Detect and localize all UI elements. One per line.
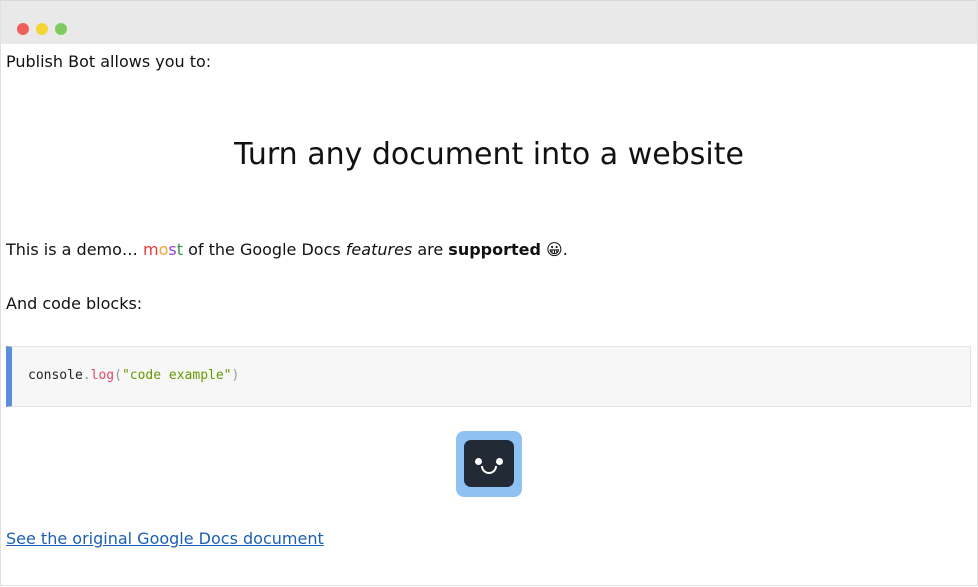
demo-lead: This is a demo… <box>6 240 143 259</box>
code-dot: . <box>82 368 91 383</box>
window-titlebar <box>1 0 977 44</box>
most-letter-o: o <box>158 240 169 259</box>
code-object: console <box>28 368 83 383</box>
bot-right-eye <box>496 458 503 465</box>
code-open-paren: ( <box>114 368 122 383</box>
bot-smile <box>481 466 497 474</box>
demo-end: . <box>562 240 568 259</box>
most-letter-s: s <box>168 240 177 259</box>
most-letter-m: m <box>143 240 159 259</box>
intro-text: Publish Bot allows you to: <box>6 52 212 71</box>
code-line: console.log("code example") <box>28 367 239 384</box>
code-block: console.log("code example") <box>6 346 971 407</box>
code-close-paren: ) <box>231 368 240 383</box>
code-string: "code example" <box>121 368 232 383</box>
publish-bot-logo-icon <box>456 431 522 497</box>
close-window-button[interactable] <box>17 23 29 35</box>
original-doc-link[interactable]: See the original Google Docs document <box>6 529 324 549</box>
bot-left-eye <box>475 458 482 465</box>
code-method: log <box>90 368 115 383</box>
grinning-emoji-icon: 😀 <box>540 240 563 259</box>
page-headline: Turn any document into a website <box>234 137 744 172</box>
supported-bold: supported <box>448 240 541 259</box>
browser-window: Publish Bot allows you to: Turn any docu… <box>0 0 978 586</box>
demo-are: are <box>412 240 449 259</box>
code-blocks-label: And code blocks: <box>6 294 143 313</box>
maximize-window-button[interactable] <box>55 23 67 35</box>
demo-paragraph: This is a demo… most of the Google Docs … <box>6 240 568 260</box>
demo-mid: of the Google Docs <box>183 240 346 259</box>
minimize-window-button[interactable] <box>36 23 48 35</box>
features-italic: features <box>345 240 413 259</box>
bot-face <box>464 440 514 487</box>
